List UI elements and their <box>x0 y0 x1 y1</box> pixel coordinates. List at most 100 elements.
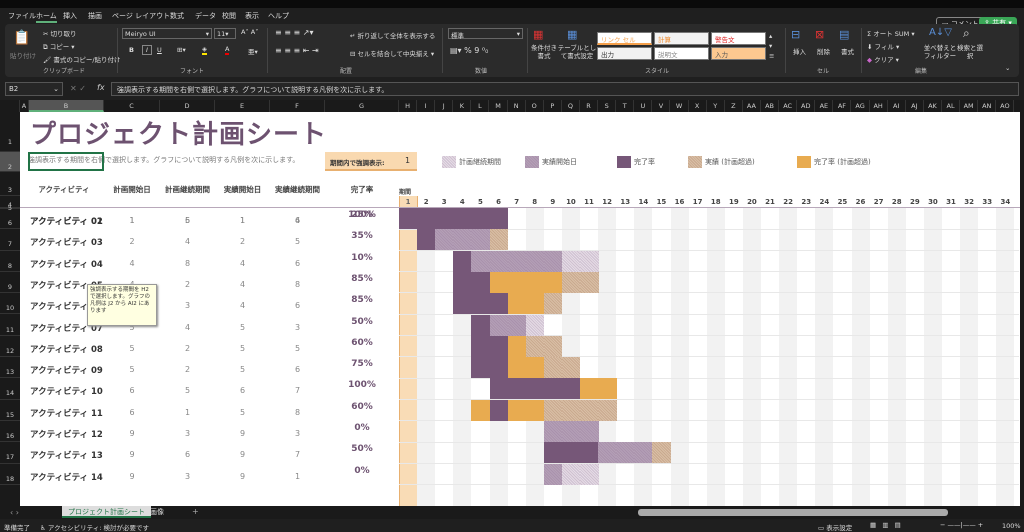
bold-button[interactable]: B <box>129 46 134 54</box>
font-color-icon[interactable]: A <box>225 45 230 55</box>
column-header[interactable]: R <box>580 100 599 112</box>
insert-cells-icon[interactable]: ⊟ <box>791 28 800 41</box>
menu-tab[interactable]: データ <box>195 11 216 21</box>
column-header[interactable]: C <box>104 100 160 112</box>
row-header[interactable]: 7 <box>0 229 20 251</box>
selected-cell-b2[interactable] <box>28 152 104 171</box>
format-as-table-button[interactable]: テーブルとして書式設定 <box>557 44 597 60</box>
column-header[interactable]: AL <box>942 100 961 112</box>
formula-input[interactable]: 強調表示する期間を右側で選択します。グラフについて説明する凡例を次に示します。 <box>111 82 1019 96</box>
comma-button[interactable]: 9 <box>474 46 479 55</box>
menu-tab[interactable]: ファイル <box>8 11 36 21</box>
phonetic-icon[interactable]: 亜▾ <box>248 46 258 56</box>
font-size-select[interactable]: 11▾ <box>214 28 236 39</box>
menu-tab[interactable]: 数式 <box>170 11 184 21</box>
menu-tab[interactable]: 挿入 <box>63 11 77 21</box>
copy-button[interactable]: ⧉ コピー ▾ <box>43 41 75 52</box>
row-header[interactable]: 6 <box>0 208 20 230</box>
style-output[interactable]: 出力 <box>597 47 652 60</box>
column-header[interactable]: J <box>435 100 454 112</box>
menu-tab[interactable]: ホーム <box>36 11 57 23</box>
accessibility-status[interactable]: ♿ アクセシビリティ: 検討が必要です <box>40 522 149 532</box>
column-header[interactable]: AC <box>779 100 798 112</box>
display-settings-button[interactable]: ▭ 表示設定 <box>818 522 852 532</box>
menu-tab[interactable]: 校閲 <box>222 11 236 21</box>
highlight-period-value[interactable]: 1 <box>405 156 410 165</box>
fill-button[interactable]: ⬇ フィル ▾ <box>867 41 899 51</box>
column-header[interactable]: S <box>598 100 617 112</box>
column-header[interactable]: K <box>453 100 472 112</box>
styles-scroll[interactable]: ▴ ▾ ≡ <box>769 31 774 61</box>
underline-button[interactable]: U <box>157 46 162 54</box>
format-cells-button[interactable]: 書式 <box>841 46 854 56</box>
vertical-scrollbar[interactable] <box>1020 112 1024 506</box>
row-header[interactable]: 8 <box>0 251 20 272</box>
row-header[interactable]: 13 <box>0 357 20 379</box>
column-header[interactable]: AO <box>996 100 1015 112</box>
row-header[interactable]: 18 <box>0 464 20 485</box>
column-header[interactable]: F <box>270 100 325 112</box>
column-header[interactable]: E <box>215 100 270 112</box>
column-header[interactable]: AB <box>761 100 780 112</box>
worksheet[interactable]: プロジェクト計画シート 強調表示する期間を右側で選択します。グラフについて説明す… <box>20 112 1020 506</box>
add-sheet-button[interactable]: + <box>192 507 199 516</box>
row-header[interactable]: 16 <box>0 421 20 443</box>
sheet-tab-image[interactable]: 画像 <box>150 507 164 517</box>
column-header[interactable]: AI <box>888 100 906 112</box>
column-header[interactable]: AA <box>743 100 761 112</box>
name-box[interactable]: B2 ⌄ <box>5 82 63 96</box>
row-header[interactable]: 15 <box>0 400 20 421</box>
row-header[interactable]: 17 <box>0 442 20 464</box>
column-header[interactable]: T <box>616 100 635 112</box>
column-header[interactable]: B <box>29 100 104 112</box>
column-header[interactable]: X <box>689 100 707 112</box>
row-header[interactable]: 11 <box>0 315 20 336</box>
column-header[interactable]: AE <box>815 100 834 112</box>
style-link-cell[interactable]: リンク セル <box>597 32 652 45</box>
row-header[interactable]: 9 <box>0 272 20 294</box>
style-calculation[interactable]: 計算 <box>654 32 709 45</box>
horizontal-align-icons[interactable]: ≡ ≡ ≡ ⇤ ⇥ <box>275 46 319 55</box>
delete-cells-button[interactable]: 削除 <box>817 46 830 56</box>
clear-button[interactable]: ◆ クリア ▾ <box>867 54 899 64</box>
font-name-select[interactable]: Meiryo UI ▾ <box>122 28 212 39</box>
column-header[interactable]: O <box>526 100 544 112</box>
row-header[interactable]: 1 <box>0 112 20 152</box>
column-header[interactable]: AK <box>924 100 942 112</box>
column-header[interactable]: AD <box>797 100 816 112</box>
horizontal-scrollbar[interactable] <box>638 509 948 516</box>
style-explanatory[interactable]: 説明文 <box>654 47 709 60</box>
search-icon[interactable]: ⌕ <box>963 26 970 41</box>
insert-cells-button[interactable]: 挿入 <box>793 46 806 56</box>
column-header[interactable]: N <box>508 100 526 112</box>
column-header[interactable]: AM <box>960 100 979 112</box>
column-header[interactable]: AH <box>870 100 888 112</box>
fill-color-icon[interactable]: ◈ <box>202 45 207 55</box>
conditional-format-button[interactable]: 条件付き書式 <box>529 44 559 60</box>
merge-center-button[interactable]: ⊟ セルを結合して中央揃え ▾ <box>350 48 434 58</box>
autosum-button[interactable]: Σ オート SUM ▾ <box>867 28 915 38</box>
number-format-buttons[interactable]: ▤▾ % 9 ⁰₀ <box>450 46 488 55</box>
sheet-tab-project-plan[interactable]: プロジェクト計画シート <box>62 506 151 518</box>
percent-button[interactable]: % <box>464 46 472 55</box>
column-header[interactable]: Z <box>725 100 743 112</box>
column-header[interactable]: W <box>671 100 689 112</box>
wrap-text-button[interactable]: ↵ 折り返して全体を表示する <box>350 30 435 40</box>
column-header[interactable]: I <box>417 100 436 112</box>
column-header[interactable]: A <box>20 100 29 112</box>
menu-tab[interactable]: 描画 <box>88 11 102 21</box>
column-header[interactable]: AG <box>852 100 870 112</box>
select-all-corner[interactable] <box>0 100 20 112</box>
style-input[interactable]: 入力 <box>711 47 766 60</box>
menu-tab[interactable]: 表示 <box>245 11 259 21</box>
column-header[interactable]: AF <box>833 100 852 112</box>
row-header[interactable]: 14 <box>0 378 20 400</box>
insert-function-button[interactable]: fx <box>97 83 105 92</box>
cut-button[interactable]: ✂ 切り取り <box>43 28 77 38</box>
style-warning[interactable]: 警告文 <box>711 32 766 45</box>
row-header[interactable]: 12 <box>0 336 20 358</box>
column-header[interactable]: V <box>652 100 671 112</box>
formula-cancel-confirm-icons[interactable]: ✕ ✓ <box>70 84 86 93</box>
format-cells-icon[interactable]: ▤ <box>839 28 849 41</box>
column-header[interactable]: G <box>325 100 399 112</box>
